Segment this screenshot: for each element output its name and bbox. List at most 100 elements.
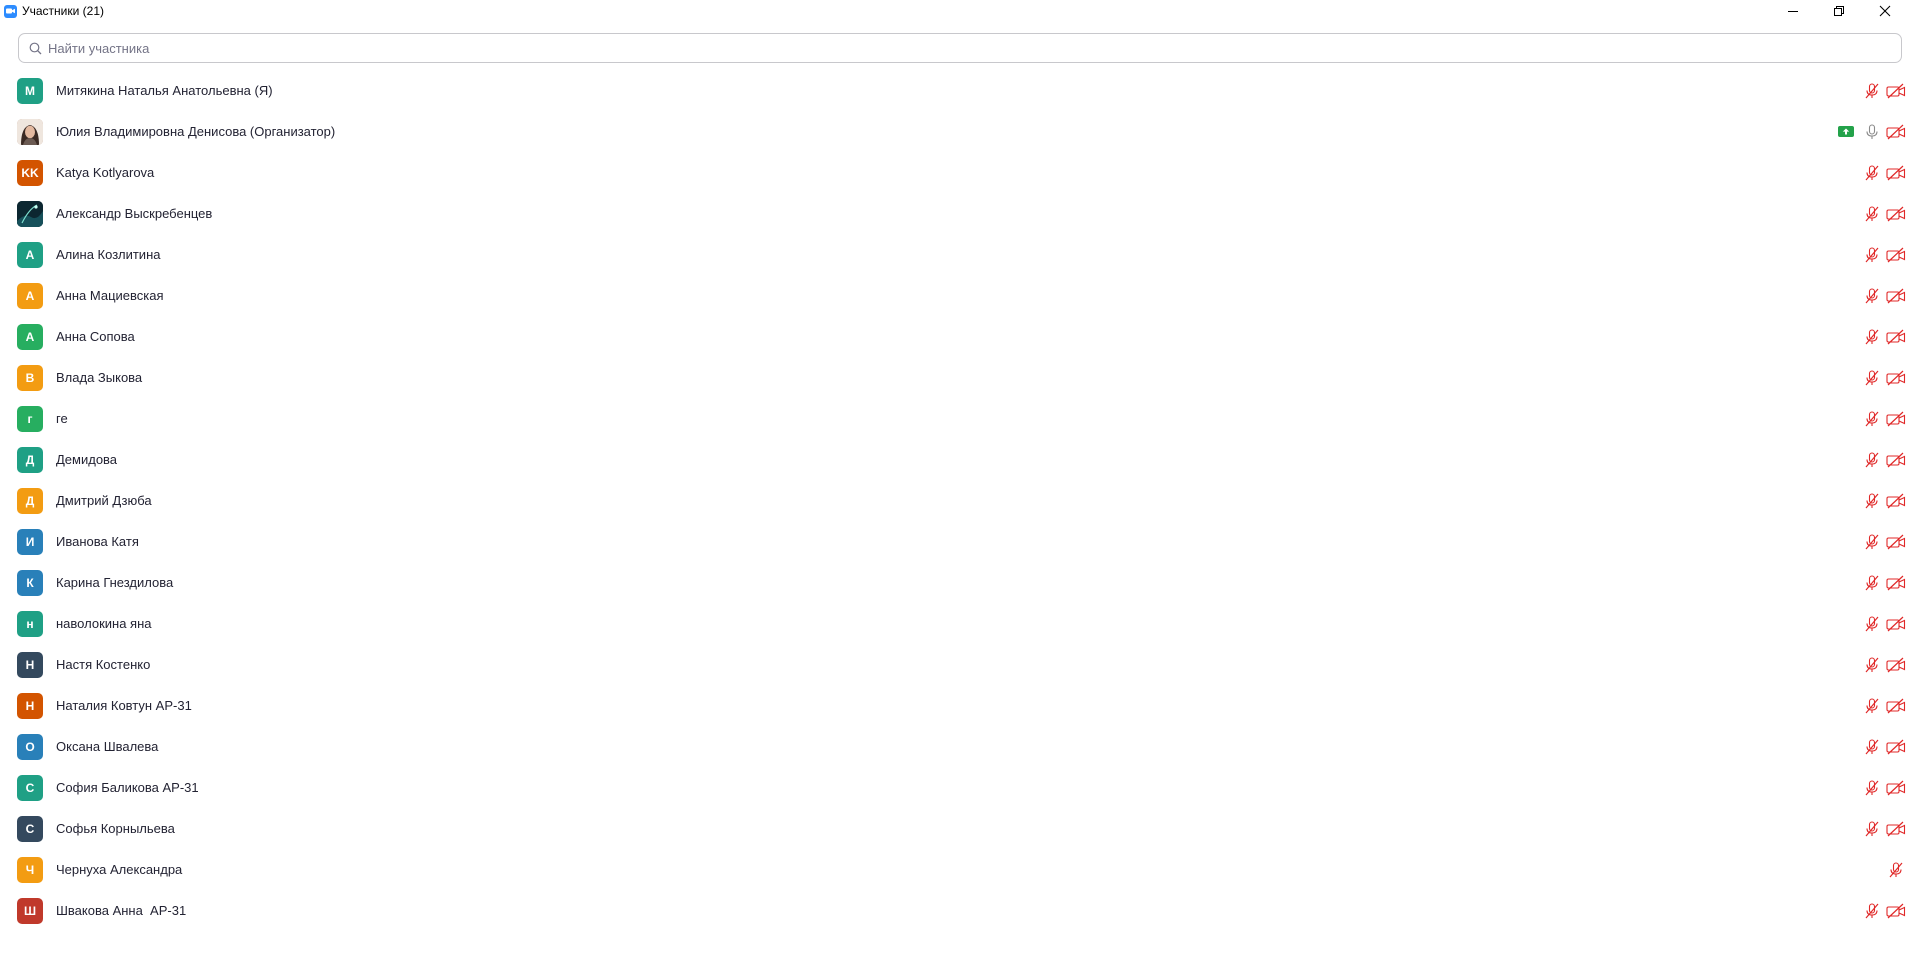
- avatar: г: [17, 405, 43, 432]
- video-off-icon: [1884, 573, 1908, 593]
- video-off-icon: [1884, 286, 1908, 306]
- participant-row[interactable]: г ге: [0, 398, 1908, 439]
- participant-name: Наталия Ковтун АР-31: [56, 698, 192, 713]
- mic-muted-icon[interactable]: [1860, 163, 1884, 183]
- mic-muted-icon[interactable]: [1860, 532, 1884, 552]
- participant-name: ге: [56, 411, 68, 426]
- restore-button[interactable]: [1816, 0, 1862, 22]
- participant-name: Оксана Швалева: [56, 739, 159, 754]
- mic-muted-icon[interactable]: [1860, 368, 1884, 388]
- search-input[interactable]: [46, 39, 1850, 57]
- mic-muted-icon[interactable]: [1860, 573, 1884, 593]
- participant-row[interactable]: С София Баликова АР-31: [0, 767, 1908, 808]
- mic-muted-icon[interactable]: [1860, 204, 1884, 224]
- search-box[interactable]: [18, 33, 1902, 63]
- mic-muted-icon[interactable]: [1860, 409, 1884, 429]
- mic-muted-icon[interactable]: [1860, 737, 1884, 757]
- avatar: С: [17, 774, 43, 801]
- mic-muted-icon[interactable]: [1860, 655, 1884, 675]
- avatar: В: [17, 364, 43, 391]
- participant-status-icons: [1860, 614, 1908, 634]
- avatar: Н: [17, 692, 43, 719]
- participant-row[interactable]: О Оксана Швалева: [0, 726, 1908, 767]
- participant-name: Дмитрий Дзюба: [56, 493, 152, 508]
- participant-status-icons: [1860, 204, 1908, 224]
- participant-name: Карина Гнездилова: [56, 575, 174, 590]
- participant-status-icons: [1860, 245, 1908, 265]
- participant-name: Настя Костенко: [56, 657, 151, 672]
- participant-name: Katya Kotlyarova: [56, 165, 155, 180]
- minimize-button[interactable]: [1770, 0, 1816, 22]
- participant-row[interactable]: В Влада Зыкова: [0, 357, 1908, 398]
- participant-name: Анна Мациевская: [56, 288, 164, 303]
- video-off-icon: [1884, 655, 1908, 675]
- participant-status-icons: [1860, 532, 1908, 552]
- mic-icon[interactable]: [1860, 122, 1884, 142]
- mic-muted-icon[interactable]: [1860, 245, 1884, 265]
- participant-row[interactable]: А Анна Мациевская: [0, 275, 1908, 316]
- participant-row[interactable]: н наволокина яна: [0, 603, 1908, 644]
- video-off-icon: [1884, 614, 1908, 634]
- mic-muted-icon[interactable]: [1860, 450, 1884, 470]
- mic-muted-icon[interactable]: [1860, 286, 1884, 306]
- video-off-icon: [1884, 163, 1908, 183]
- avatar: И: [17, 528, 43, 555]
- participant-status-icons: [1838, 122, 1908, 142]
- participant-row[interactable]: И Иванова Катя: [0, 521, 1908, 562]
- close-button[interactable]: [1862, 0, 1908, 22]
- mic-muted-icon[interactable]: [1860, 327, 1884, 347]
- participant-row[interactable]: К Карина Гнездилова: [0, 562, 1908, 603]
- participant-status-icons: [1860, 286, 1908, 306]
- mic-muted-icon[interactable]: [1860, 696, 1884, 716]
- avatar: К: [17, 569, 43, 596]
- participant-status-icons: [1860, 901, 1908, 921]
- mic-muted-icon[interactable]: [1860, 901, 1884, 921]
- participant-row[interactable]: М Митякина Наталья Анатольевна (Я): [0, 70, 1908, 111]
- participant-name: Митякина Наталья Анатольевна (Я): [56, 83, 273, 98]
- participant-status-icons: [1860, 409, 1908, 429]
- participant-row[interactable]: Н Настя Костенко: [0, 644, 1908, 685]
- video-off-icon: [1884, 901, 1908, 921]
- participant-row[interactable]: KK Katya Kotlyarova: [0, 152, 1908, 193]
- participant-row[interactable]: Ш Швакова Анна АР-31: [0, 890, 1908, 931]
- participant-row[interactable]: А Алина Козлитина: [0, 234, 1908, 275]
- window-title: Участники (21): [22, 4, 105, 18]
- participant-status-icons: [1860, 368, 1908, 388]
- avatar: М: [17, 77, 43, 104]
- mic-muted-icon[interactable]: [1884, 860, 1908, 880]
- video-off-icon: [1884, 122, 1908, 142]
- mic-muted-icon[interactable]: [1860, 81, 1884, 101]
- mic-muted-icon[interactable]: [1860, 491, 1884, 511]
- minimize-icon: [1788, 11, 1798, 12]
- participant-status-icons: [1860, 819, 1908, 839]
- participant-row[interactable]: Д Демидова: [0, 439, 1908, 480]
- participant-status-icons: [1860, 327, 1908, 347]
- participant-row[interactable]: Ч Чернуха Александра: [0, 849, 1908, 890]
- participant-row[interactable]: Александр Выскребенцев: [0, 193, 1908, 234]
- participant-name: Анна Сопова: [56, 329, 135, 344]
- participant-name: София Баликова АР-31: [56, 780, 199, 795]
- participant-row[interactable]: Д Дмитрий Дзюба: [0, 480, 1908, 521]
- participant-status-icons: [1860, 655, 1908, 675]
- avatar: KK: [17, 159, 43, 186]
- avatar: н: [17, 610, 43, 637]
- window-controls: [1770, 0, 1908, 22]
- avatar: Д: [17, 446, 43, 473]
- participant-status-icons: [1860, 491, 1908, 511]
- participant-row[interactable]: С Софья Корныльева: [0, 808, 1908, 849]
- mic-muted-icon[interactable]: [1860, 819, 1884, 839]
- avatar: [17, 118, 43, 145]
- participant-list: М Митякина Наталья Анатольевна (Я) Юлия Вл…: [0, 70, 1908, 931]
- participant-row[interactable]: Н Наталия Ковтун АР-31: [0, 685, 1908, 726]
- participant-row[interactable]: Юлия Владимировна Денисова (Организатор): [0, 111, 1908, 152]
- participant-row[interactable]: А Анна Сопова: [0, 316, 1908, 357]
- participant-status-icons: [1860, 450, 1908, 470]
- mic-muted-icon[interactable]: [1860, 614, 1884, 634]
- mic-muted-icon[interactable]: [1860, 778, 1884, 798]
- participant-name: Влада Зыкова: [56, 370, 143, 385]
- video-off-icon: [1884, 491, 1908, 511]
- title-bar: Участники (21): [0, 0, 1908, 22]
- participant-name: Швакова Анна АР-31: [56, 903, 187, 918]
- video-off-icon: [1884, 81, 1908, 101]
- participant-name: Чернуха Александра: [56, 862, 183, 877]
